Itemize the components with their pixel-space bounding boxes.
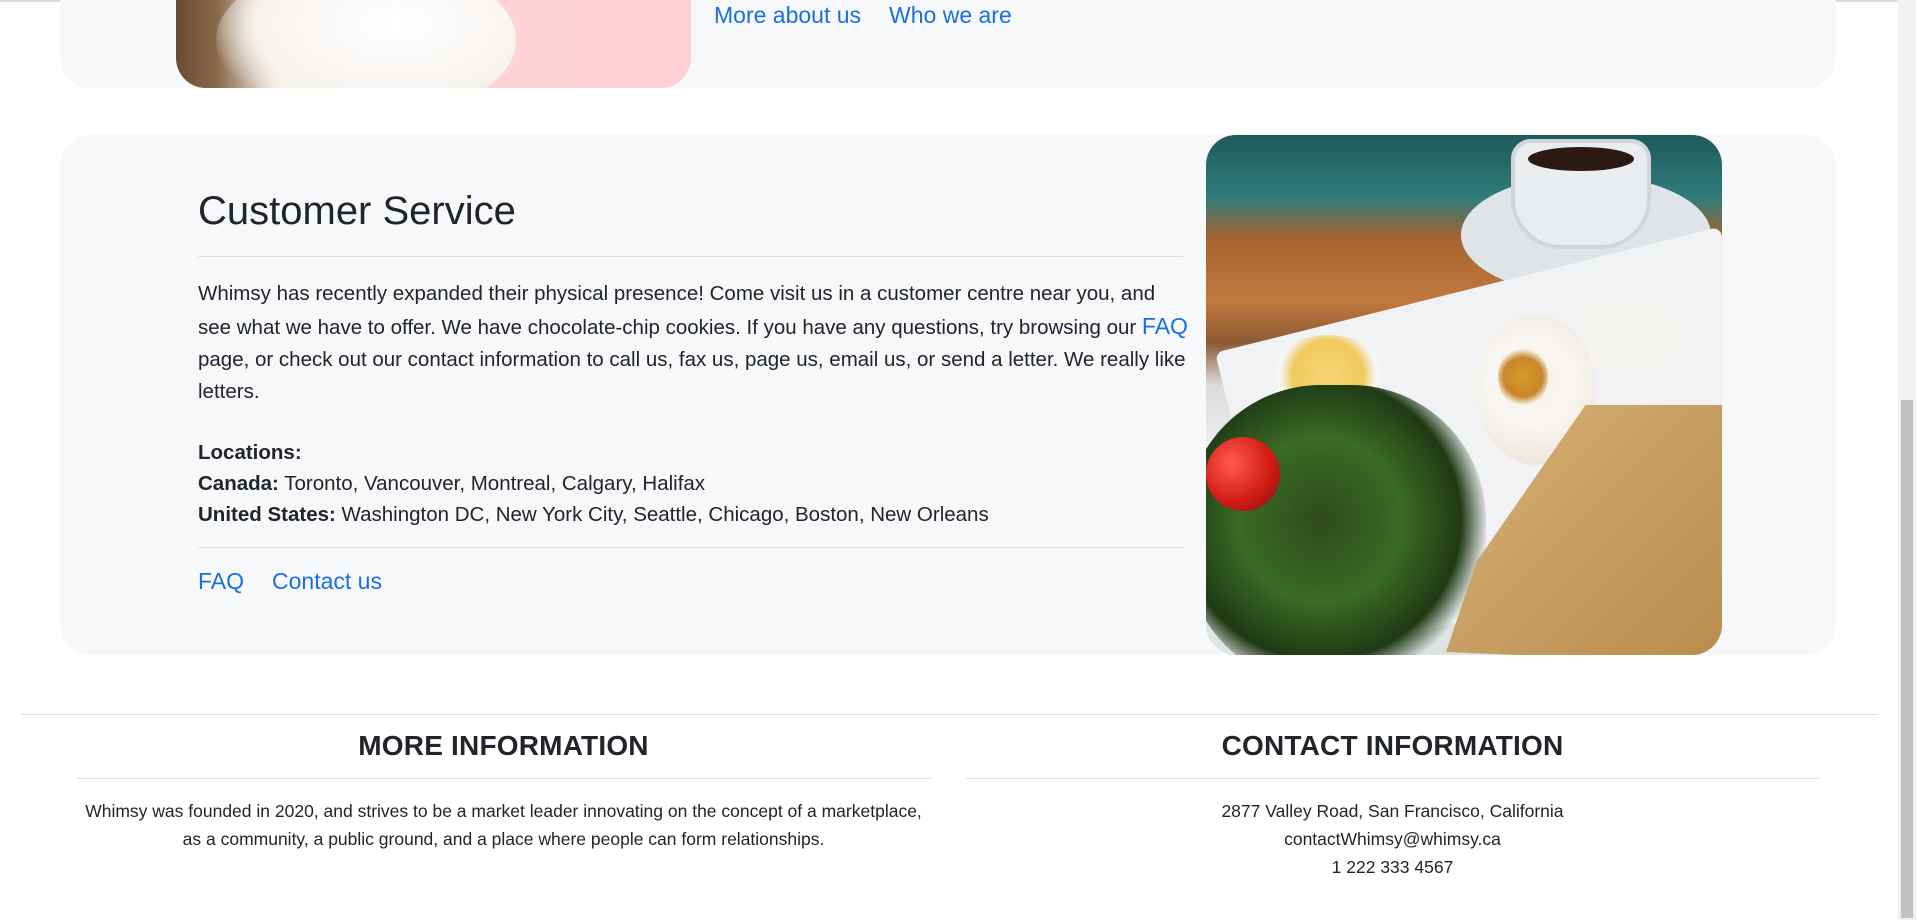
description-text-end: page, or check out our contact informati… [198, 348, 1186, 403]
more-information-heading: MORE INFORMATION [358, 730, 649, 761]
breakfast-image [1206, 135, 1722, 655]
locations-block: Locations: Canada: Toronto, Vancouver, M… [198, 437, 1198, 530]
location-country: United States: [198, 503, 336, 526]
image-tomato [1206, 437, 1280, 511]
image-salad [1206, 385, 1486, 655]
footer-contact-information: CONTACT INFORMATION 2877 Valley Road, Sa… [966, 730, 1819, 881]
footer-more-information: MORE INFORMATION Whimsy was founded in 2… [76, 730, 931, 853]
customer-service-title: Customer Service [198, 189, 516, 233]
locations-heading: Locations: [198, 441, 302, 464]
description-text-start: Whimsy has recently expanded their physi… [198, 282, 1156, 339]
contact-address: 2877 Valley Road, San Francisco, Califor… [1221, 801, 1564, 821]
contact-information-details: 2877 Valley Road, San Francisco, Califor… [966, 797, 1819, 881]
page: More about us Who we are Customer Servic… [0, 0, 1898, 920]
location-country: Canada: [198, 472, 279, 495]
about-card: More about us Who we are [60, 0, 1836, 88]
image-coffee [1528, 147, 1634, 171]
image-yolk [1498, 347, 1548, 407]
contact-phone: 1 222 333 4567 [1331, 857, 1454, 877]
location-cities: Washington DC, New York City, Seattle, C… [335, 503, 989, 526]
location-row-canada: Canada: Toronto, Vancouver, Montreal, Ca… [198, 468, 1198, 499]
about-card-image [176, 0, 691, 88]
cat-fur-shape [216, 0, 516, 88]
contact-information-divider [966, 778, 1819, 779]
who-we-are-link[interactable]: Who we are [889, 2, 1012, 29]
links-divider [198, 547, 1183, 548]
faq-inline-link[interactable]: FAQ [1142, 313, 1188, 339]
vertical-scrollbar[interactable] [1898, 0, 1916, 920]
more-information-text: Whimsy was founded in 2020, and strives … [85, 801, 922, 849]
title-divider [198, 256, 1183, 257]
scrollbar-thumb[interactable] [1901, 400, 1913, 918]
contact-email: contactWhimsy@whimsy.ca [1284, 829, 1501, 849]
faq-link[interactable]: FAQ [198, 568, 244, 595]
contact-information-heading: CONTACT INFORMATION [1221, 730, 1564, 761]
location-cities: Toronto, Vancouver, Montreal, Calgary, H… [278, 472, 706, 495]
customer-service-card: Customer Service Whimsy has recently exp… [60, 135, 1836, 655]
more-about-us-link[interactable]: More about us [714, 2, 861, 29]
customer-service-links: FAQ Contact us [198, 568, 382, 595]
about-card-links: More about us Who we are [714, 2, 1012, 29]
image-egg [1576, 295, 1686, 375]
customer-service-description: Whimsy has recently expanded their physi… [198, 278, 1193, 408]
more-information-divider [76, 778, 931, 779]
location-row-united-states: United States: Washington DC, New York C… [198, 499, 1198, 530]
footer-divider [20, 714, 1878, 715]
contact-us-link[interactable]: Contact us [272, 568, 382, 595]
